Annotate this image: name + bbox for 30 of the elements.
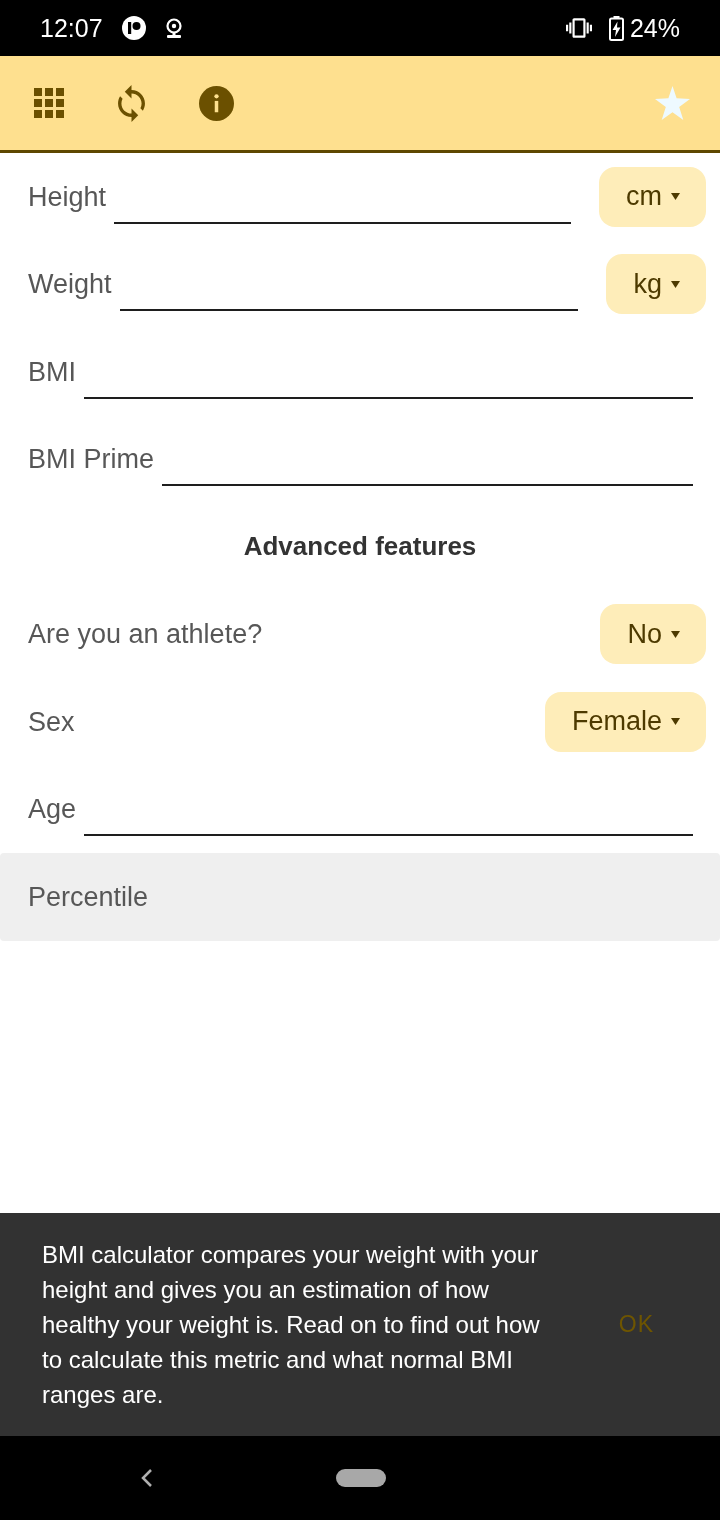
webcam-icon (165, 18, 182, 38)
caret-icon (671, 193, 680, 201)
battery-charging-icon (608, 15, 624, 41)
round-logo-icon (121, 16, 146, 40)
dropdown-button[interactable]: Female (544, 691, 706, 752)
caret-icon (671, 280, 680, 288)
info-icon[interactable] (199, 85, 234, 121)
snackbar-message: BMI calculator compares your weight with your height and gives you an estimation of how healthy your weight is. Read on to find out how to calculate this metric and what normal BMI ranges are. (42, 1240, 541, 1410)
home-handle-icon[interactable] (336, 1469, 386, 1487)
grid-icon[interactable] (34, 88, 64, 118)
field-label: Age (28, 793, 77, 826)
field-label: BMI (28, 355, 76, 388)
battery-percent: 24% (629, 15, 680, 41)
dropdown-button[interactable]: cm (599, 166, 706, 227)
field-label: Percentile (28, 880, 149, 913)
field-label: Sex (28, 705, 75, 738)
field-label: BMI Prime (28, 443, 154, 476)
field-label: Height (28, 180, 107, 213)
field-label: Weight (28, 268, 112, 301)
back-icon[interactable] (141, 1468, 153, 1488)
caret-icon (671, 630, 680, 638)
field-label: Are you an athlete? (28, 618, 263, 651)
status-time: 12:07 (40, 15, 103, 41)
dropdown-button[interactable]: kg (606, 254, 706, 315)
caret-icon (671, 718, 680, 726)
star-icon[interactable] (655, 86, 690, 120)
vibrate-icon (565, 18, 592, 38)
refresh-icon[interactable] (118, 84, 145, 122)
section-heading: Advanced features (243, 531, 477, 563)
dropdown-button[interactable]: No (600, 604, 706, 665)
